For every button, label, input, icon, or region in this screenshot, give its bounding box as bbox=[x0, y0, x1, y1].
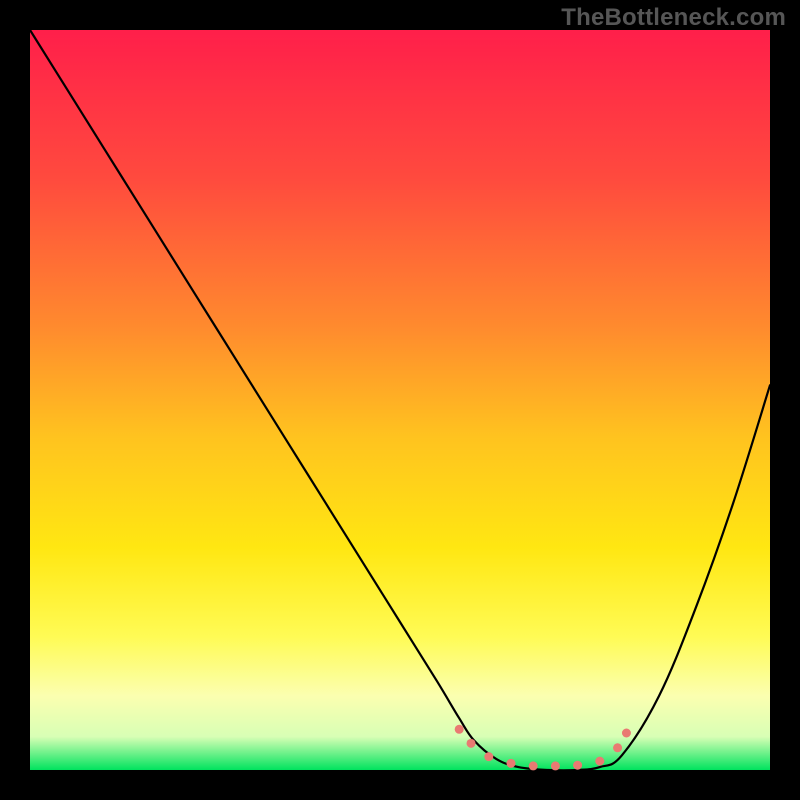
watermark-text: TheBottleneck.com bbox=[561, 4, 786, 32]
gradient-background bbox=[30, 30, 770, 770]
optimal-dot bbox=[529, 761, 538, 770]
optimal-dot bbox=[595, 757, 604, 766]
chart-frame: TheBottleneck.com bbox=[0, 0, 800, 800]
optimal-dot bbox=[455, 725, 464, 734]
optimal-dot bbox=[467, 739, 476, 748]
optimal-dot bbox=[622, 729, 631, 738]
chart-svg bbox=[0, 0, 800, 800]
optimal-dot bbox=[507, 759, 516, 768]
optimal-dot bbox=[551, 761, 560, 770]
optimal-dot bbox=[484, 752, 493, 761]
optimal-dot bbox=[573, 761, 582, 770]
optimal-dot bbox=[613, 743, 622, 752]
